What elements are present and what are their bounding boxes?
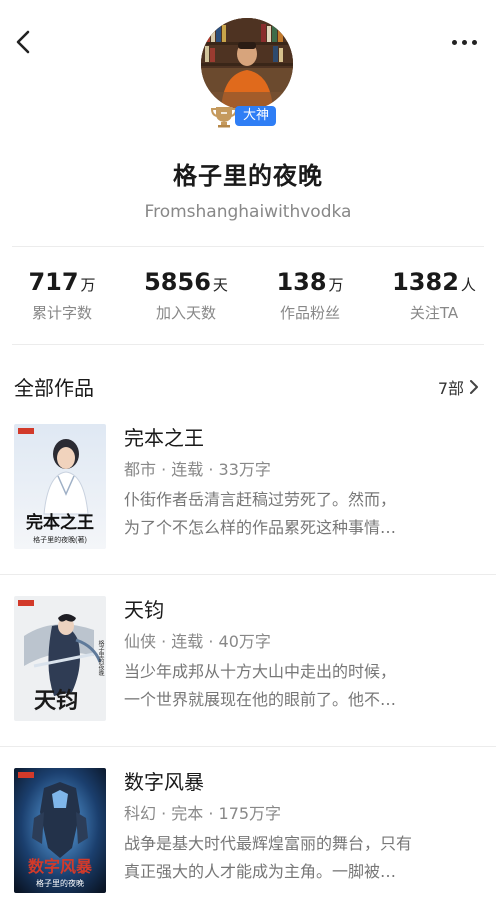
book-item[interactable]: 天钧 格子里的夜晚 天钧 仙侠 · 连载 · 40万字 当少年成邦从十方大山中走… — [0, 578, 496, 738]
chevron-left-icon — [16, 30, 30, 54]
book-description-line: 为了个不怎么样的作品累死这种事情… — [124, 518, 397, 537]
works-count: 7部 — [437, 379, 464, 398]
book-cover[interactable]: 天钧 格子里的夜晚 — [14, 596, 106, 721]
book-description-line: 仆街作者岳清言赶稿过劳死了。然而， — [124, 490, 397, 509]
cover-author: 格子里的夜晚 — [97, 639, 104, 677]
stat-unit: 天 — [212, 276, 228, 294]
book-meta: 仙侠 · 连载 · 40万字 — [124, 632, 271, 651]
stat-label: 加入天数 — [155, 304, 216, 322]
works-section-title: 全部作品 — [14, 376, 94, 400]
stat-unit: 万 — [80, 276, 96, 294]
stats-row: 717 万 累计字数 5856 天 加入天数 138 万 作品粉丝 1382 人 关注T… — [0, 268, 496, 323]
book-cover[interactable]: 完本之王 格子里的夜晚(著) — [14, 424, 106, 549]
stat-value: 717 — [28, 268, 79, 296]
cover-title: 完本之王 — [26, 512, 94, 532]
author-motto: Fromshanghaiwithvodka — [144, 202, 352, 222]
more-dot — [471, 39, 477, 45]
divider — [12, 344, 484, 345]
author-name: 格子里的夜晚 — [173, 162, 323, 190]
book-title: 天钧 — [124, 598, 164, 622]
cover-title: 天钧 — [34, 688, 78, 713]
stat-following[interactable]: 1382 人 关注TA — [372, 268, 496, 323]
book-description: 当少年成邦从十方大山中走出的时候， 一个世界就展现在他的眼前了。他不… — [124, 658, 472, 714]
book-item[interactable]: 数字风暴 格子里的夜晚 数字风暴 科幻 · 完本 · 175万字 战争是基大时代… — [0, 750, 496, 898]
book-meta: 都市 · 连载 · 33万字 — [124, 460, 271, 479]
stat-label: 关注TA — [409, 304, 459, 322]
book-cover-art: 完本之王 格子里的夜晚(著) — [14, 424, 106, 549]
more-horizontal-icon — [451, 39, 457, 45]
works-count-link[interactable]: 7部 — [438, 375, 480, 399]
book-description-line: 一个世界就展现在他的眼前了。他不… — [124, 690, 397, 709]
stat-days-joined: 5856 天 加入天数 — [124, 268, 248, 323]
book-title: 完本之王 — [124, 426, 204, 450]
avatar[interactable] — [201, 18, 293, 110]
stat-value: 1382 — [392, 268, 459, 296]
book-description-line: 真正强大的人才能成为主角。一脚被… — [124, 862, 397, 881]
stat-label: 作品粉丝 — [279, 304, 340, 322]
book-item[interactable]: 完本之王 格子里的夜晚(著) 完本之王 都市 · 连载 · 33万字 仆街作者岳… — [0, 406, 496, 566]
author-profile-page: 大神 格子里的夜晚 Fromshanghaiwithvodka 717 万 累计字… — [0, 0, 496, 898]
book-description: 仆街作者岳清言赶稿过劳死了。然而， 为了个不怎么样的作品累死这种事情… — [124, 486, 472, 542]
book-cover[interactable]: 数字风暴 格子里的夜晚 — [14, 768, 106, 893]
book-title: 数字风暴 — [124, 770, 204, 794]
book-meta: 科幻 · 完本 · 175万字 — [124, 804, 282, 823]
cover-title: 数字风暴 — [28, 857, 93, 876]
badge-label: 大神 — [235, 106, 277, 126]
book-description-line: 战争是基大时代最辉煌富丽的舞台，只有 — [124, 834, 413, 853]
more-dot — [461, 39, 467, 45]
book-cover-art: 天钧 格子里的夜晚 — [14, 596, 106, 721]
stat-value: 138 — [276, 268, 327, 296]
stat-label: 累计字数 — [31, 304, 92, 322]
stat-fans[interactable]: 138 万 作品粉丝 — [248, 268, 372, 323]
author-badge: 大神 — [209, 104, 289, 128]
divider — [12, 246, 484, 247]
chevron-right-icon — [470, 380, 478, 394]
author-avatar-group: 大神 — [201, 18, 293, 128]
book-description: 战争是基大时代最辉煌富丽的舞台，只有 真正强大的人才能成为主角。一脚被… — [124, 830, 472, 886]
divider — [0, 574, 496, 575]
stat-unit: 人 — [460, 276, 476, 294]
stat-word-count: 717 万 累计字数 — [0, 268, 124, 323]
cover-author: 格子里的夜晚(著) — [33, 535, 87, 544]
back-button[interactable] — [8, 24, 40, 60]
cover-author: 格子里的夜晚 — [36, 878, 84, 888]
stat-unit: 万 — [328, 276, 344, 294]
book-description-line: 当少年成邦从十方大山中走出的时候， — [124, 662, 397, 681]
book-cover-art: 数字风暴 格子里的夜晚 — [14, 768, 106, 893]
avatar-image — [201, 18, 293, 110]
more-button[interactable] — [444, 28, 484, 56]
divider — [0, 746, 496, 747]
stat-value: 5856 — [144, 268, 211, 296]
